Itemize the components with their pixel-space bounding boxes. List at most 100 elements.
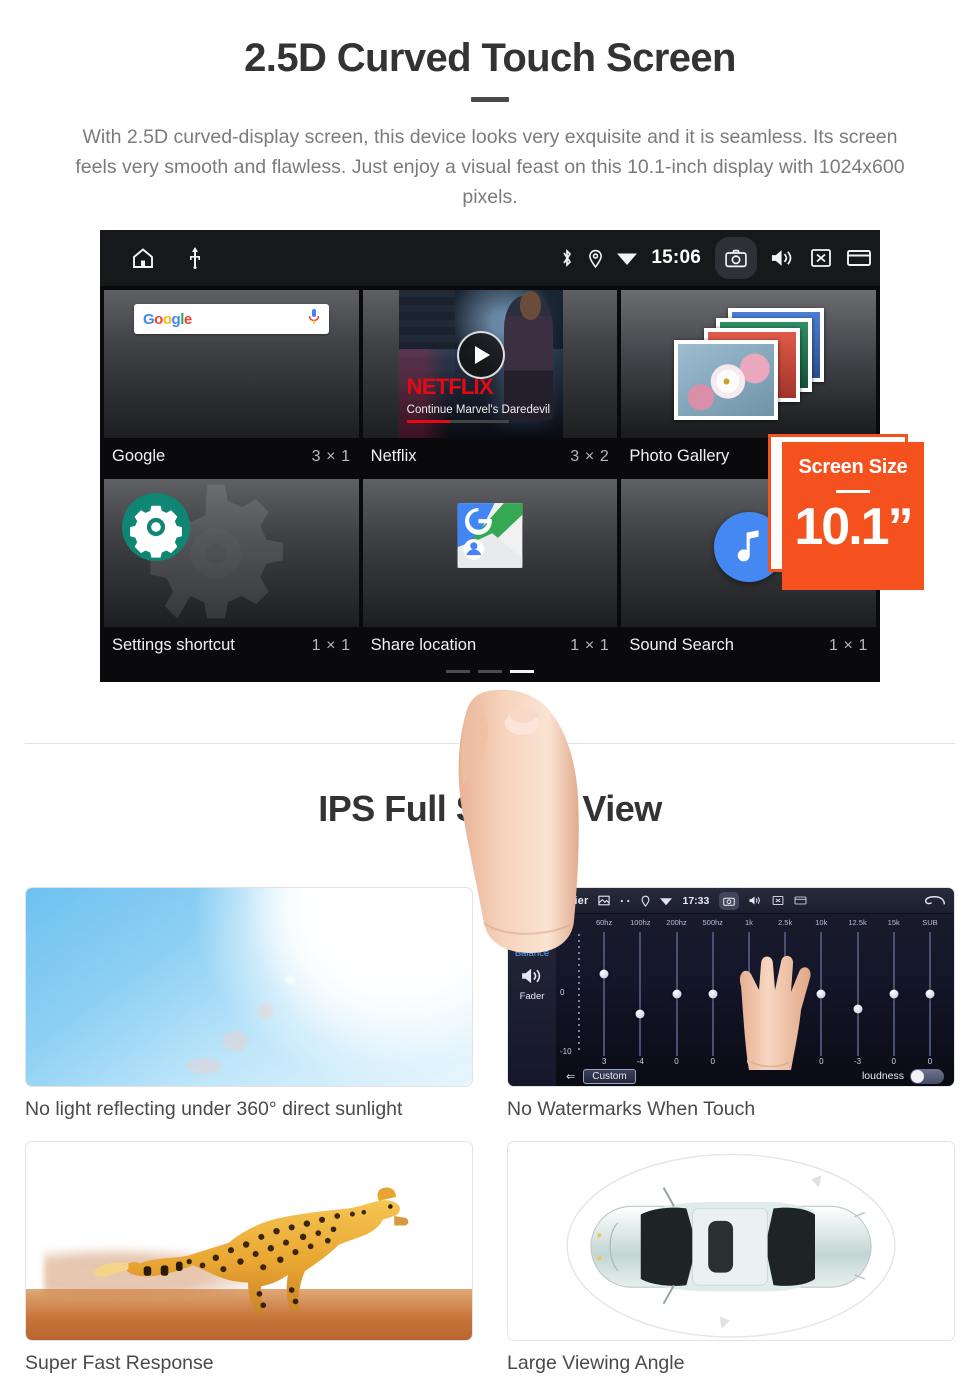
widget-size: 3 × 1 [311, 447, 351, 465]
back-arrow-icon[interactable] [924, 895, 946, 907]
google-search-widget[interactable]: Google [104, 290, 359, 438]
fader-tab[interactable]: Fader [508, 967, 556, 1002]
band-value: 0 [674, 1057, 679, 1066]
band-value: -3 [853, 1057, 862, 1066]
close-box-icon[interactable] [772, 895, 784, 906]
wifi-icon[interactable] [660, 896, 673, 906]
title-underline [471, 846, 509, 851]
widget-grid: Google Google 3 × 1 NETFLIX Continue Mar… [100, 286, 880, 668]
amplifier-ui: Amplifier 17:33 Balance Fader 60hz 100hz… [508, 888, 954, 1086]
band-value: 0 [927, 1057, 933, 1066]
more-icon[interactable] [620, 898, 631, 904]
band-label: 200hz [666, 918, 687, 927]
widget-label-row: Google 3 × 1 [104, 438, 359, 479]
status-bar: 15:06 [100, 230, 880, 286]
cheetah-silhouette [94, 1187, 409, 1316]
location-icon[interactable] [641, 895, 650, 907]
microphone-icon[interactable] [308, 308, 320, 331]
volume-icon[interactable] [749, 895, 762, 906]
amplifier-clock: 17:33 [682, 894, 710, 907]
badge-label: Screen Size [798, 456, 908, 478]
netflix-progress [406, 420, 509, 423]
recents-icon[interactable] [846, 248, 872, 268]
band-slider[interactable] [695, 932, 731, 1056]
camera-icon[interactable] [719, 891, 740, 910]
band-slider[interactable] [912, 932, 948, 1056]
android-launcher-screen: 15:06 Google Google 3 × 1 NETFLIX Contin… [100, 230, 880, 682]
usb-icon[interactable] [188, 247, 202, 269]
hand-illustration [740, 955, 811, 1070]
google-maps-icon[interactable] [453, 499, 527, 578]
widget-item[interactable]: Share location 1 × 1 [362, 479, 618, 668]
widget-size: 3 × 2 [570, 447, 610, 465]
bluetooth-icon[interactable] [560, 248, 574, 268]
amplifier-status-bar: Amplifier 17:33 [508, 888, 954, 914]
equalizer-sliders-icon [519, 924, 545, 946]
widget-item[interactable]: NETFLIX Continue Marvel's Daredevil Netf… [362, 290, 618, 479]
share-location-widget[interactable] [362, 479, 618, 627]
widget-item[interactable]: Google Google 3 × 1 [104, 290, 359, 479]
volume-icon[interactable] [771, 248, 796, 268]
feature-card: Super Fast Response [25, 1141, 473, 1375]
wifi-icon[interactable] [617, 250, 638, 266]
preset-button[interactable]: Custom [583, 1068, 636, 1084]
home-icon[interactable] [516, 895, 529, 907]
recents-icon[interactable] [794, 895, 807, 906]
band-slider[interactable] [658, 932, 694, 1056]
feature-caption: Super Fast Response [25, 1352, 214, 1374]
car-top-view [566, 1153, 896, 1338]
widget-name: Photo Gallery [629, 447, 730, 465]
status-clock: 15:06 [651, 247, 701, 268]
band-label: SUB [922, 918, 938, 927]
device-screenshot-wrap: 15:06 Google Google 3 × 1 NETFLIX Contin… [0, 230, 980, 953]
amplifier-screen-image: Amplifier 17:33 Balance Fader 60hz 100hz… [507, 887, 955, 1087]
photo-gallery-widget[interactable] [621, 290, 876, 438]
amplifier-title: Amplifier [539, 894, 589, 907]
page-indicator[interactable] [100, 670, 880, 673]
section-description: With 2.5D curved-display screen, this de… [75, 126, 905, 208]
screen-size-badge: Screen Size 10.1” [782, 442, 924, 590]
widget-item[interactable]: Settings shortcut 1 × 1 [104, 479, 359, 668]
camera-icon[interactable] [715, 237, 757, 279]
band-slider[interactable] [839, 932, 875, 1056]
photo-stack-icon [673, 308, 824, 420]
band-slider[interactable] [622, 932, 658, 1056]
netflix-subtitle: Continue Marvel's Daredevil [406, 404, 551, 416]
section-title: IPS Full Screen View [318, 788, 662, 829]
page-dot-active[interactable] [510, 670, 534, 673]
play-icon[interactable] [456, 331, 505, 380]
close-box-icon[interactable] [810, 248, 832, 268]
feature-card: Amplifier 17:33 Balance Fader 60hz 100hz… [507, 887, 955, 1121]
widget-label-row: Sound Search 1 × 1 [621, 627, 876, 668]
loudness-control[interactable]: loudness [862, 1068, 944, 1084]
widget-name: Google [112, 447, 166, 465]
feature-grid: No light reflecting under 360° direct su… [25, 887, 955, 1375]
home-icon[interactable] [130, 246, 156, 270]
feature-card: Large Viewing Angle [507, 1141, 955, 1375]
band-value: 0 [710, 1057, 715, 1066]
band-slider[interactable] [586, 932, 622, 1056]
widget-name: Sound Search [629, 636, 734, 654]
band-slider[interactable] [876, 932, 912, 1056]
ips-section: IPS Full Screen View No light reflecting… [0, 744, 980, 1375]
feature-caption: Large Viewing Angle [507, 1352, 685, 1374]
google-search-bar[interactable]: Google [134, 304, 329, 334]
axis-tick: 10 [560, 930, 569, 939]
gear-icon[interactable] [122, 493, 190, 566]
band-label: 2.5k [778, 918, 793, 927]
balance-tab[interactable]: Balance [508, 922, 556, 959]
netflix-widget[interactable]: NETFLIX Continue Marvel's Daredevil [362, 290, 618, 438]
widget-label-row: Netflix 3 × 2 [362, 438, 618, 479]
page-dot[interactable] [478, 670, 502, 673]
widget-name: Netflix [370, 447, 417, 465]
widget-size: 1 × 1 [828, 636, 868, 654]
back-arrow-icon[interactable]: ⇐ [566, 1070, 575, 1083]
gallery-icon[interactable] [598, 895, 611, 906]
band-label: 15k [887, 918, 900, 927]
settings-shortcut-widget[interactable] [104, 479, 359, 627]
page-dot[interactable] [446, 670, 470, 673]
car-viewing-angle-image [507, 1141, 955, 1341]
feature-caption: No Watermarks When Touch [507, 1098, 756, 1120]
location-icon[interactable] [588, 249, 603, 268]
loudness-toggle[interactable] [910, 1068, 944, 1084]
